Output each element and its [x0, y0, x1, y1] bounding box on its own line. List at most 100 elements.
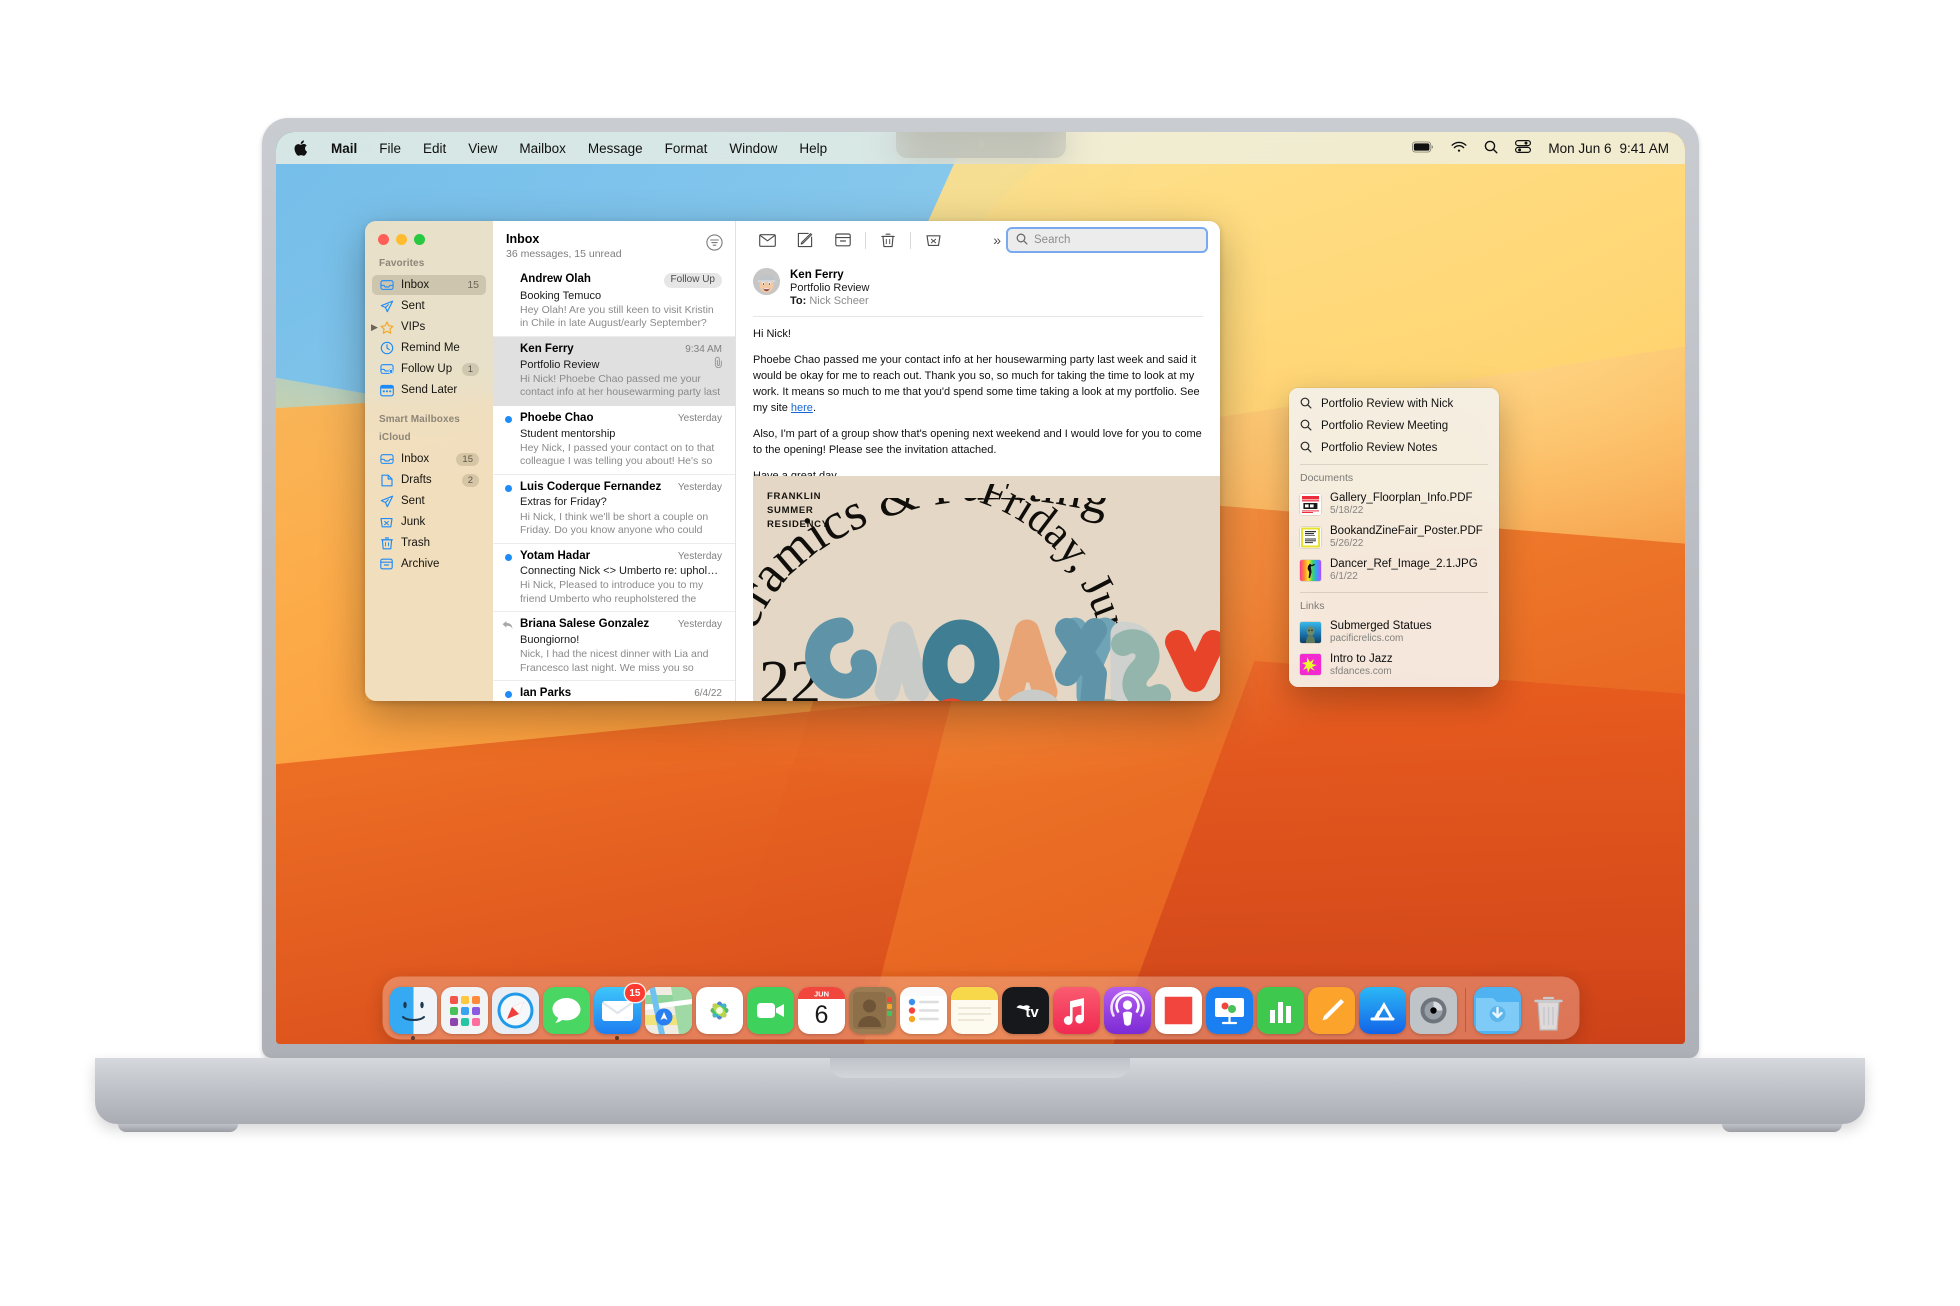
- menu-item-message[interactable]: Message: [577, 132, 654, 164]
- dock-item-trash[interactable]: [1525, 987, 1572, 1034]
- dock-item-maps[interactable]: [644, 987, 692, 1034]
- junk-icon[interactable]: [914, 225, 952, 255]
- document-item[interactable]: Dancer_Ref_Image_2.1.JPG 6/1/22: [1289, 554, 1499, 587]
- dock-item-numbers[interactable]: [1256, 987, 1304, 1034]
- menu-item-mailbox[interactable]: Mailbox: [508, 132, 577, 164]
- launchpad-icon[interactable]: [440, 987, 488, 1034]
- contacts-icon[interactable]: [848, 987, 896, 1034]
- photos-icon[interactable]: [695, 987, 743, 1034]
- delete-icon[interactable]: [869, 225, 907, 255]
- sidebar-item-junk[interactable]: Junk: [372, 512, 486, 532]
- link-item[interactable]: Submerged Statues pacificrelics.com: [1289, 616, 1499, 649]
- dock-item-calendar[interactable]: JUN 6: [797, 987, 845, 1034]
- table-row[interactable]: Andrew Olah Follow Up Booking Temuco Hey…: [493, 267, 735, 337]
- maximize-button[interactable]: [414, 234, 425, 245]
- dock-item-facetime[interactable]: [746, 987, 794, 1034]
- sidebar-item-sent-fav[interactable]: Sent: [372, 296, 486, 316]
- table-row[interactable]: Ian Parks 6/4/22 Surprise party for Sofi…: [493, 681, 735, 701]
- wifi-icon[interactable]: [1451, 141, 1467, 156]
- sidebar-item-inbox-icloud[interactable]: Inbox 15: [372, 449, 486, 469]
- sidebar-item-remind-me[interactable]: Remind Me: [372, 338, 486, 358]
- suggestion-item[interactable]: Portfolio Review Meeting: [1289, 415, 1499, 437]
- calendar-icon[interactable]: JUN 6: [797, 987, 845, 1034]
- search-input[interactable]: Search: [1006, 227, 1208, 253]
- filter-icon[interactable]: [706, 234, 723, 251]
- table-row[interactable]: Luis Coderque Fernandez Yesterday Extras…: [493, 475, 735, 544]
- sidebar-item-send-later[interactable]: Send Later: [372, 380, 486, 400]
- reminders-icon[interactable]: [899, 987, 947, 1034]
- dock-item-news[interactable]: [1154, 987, 1202, 1034]
- chevron-right-icon[interactable]: ▶: [371, 322, 378, 333]
- table-row[interactable]: Yotam Hadar Yesterday Connecting Nick <>…: [493, 544, 735, 613]
- finder-icon[interactable]: [389, 987, 437, 1034]
- dock-item-mail[interactable]: 15: [593, 984, 645, 1040]
- spotlight-search-icon[interactable]: [1484, 140, 1498, 157]
- keynote-icon[interactable]: [1205, 987, 1253, 1034]
- menubar-time[interactable]: 9:41 AM: [1619, 141, 1669, 156]
- dock-item-settings[interactable]: [1409, 987, 1457, 1034]
- menu-item-help[interactable]: Help: [788, 132, 838, 164]
- menu-item-window[interactable]: Window: [718, 132, 788, 164]
- podcasts-icon[interactable]: [1103, 987, 1151, 1034]
- attachment-preview[interactable]: FRANKLIN SUMMER RESIDENCY Ceramics & Pai…: [753, 476, 1220, 701]
- control-center-icon[interactable]: [1515, 140, 1532, 156]
- dock-item-finder[interactable]: [389, 987, 437, 1040]
- sidebar-item-follow-up[interactable]: Follow Up 1: [372, 359, 486, 379]
- downloads-folder-icon[interactable]: [1473, 987, 1521, 1034]
- menu-item-file[interactable]: File: [368, 132, 412, 164]
- document-item[interactable]: Gallery_Floorplan_Info.PDF 5/18/22: [1289, 488, 1499, 521]
- music-icon[interactable]: [1052, 987, 1100, 1034]
- sidebar-item-inbox-fav[interactable]: Inbox 15: [372, 275, 486, 295]
- sidebar-item-trash[interactable]: Trash: [372, 533, 486, 553]
- dock-item-pages[interactable]: [1307, 987, 1355, 1034]
- dock-item-launchpad[interactable]: [440, 987, 488, 1034]
- archive-icon[interactable]: [824, 225, 862, 255]
- menu-item-view[interactable]: View: [457, 132, 508, 164]
- appstore-icon[interactable]: [1358, 987, 1406, 1034]
- dock-item-appstore[interactable]: [1358, 987, 1406, 1034]
- dock-item-reminders[interactable]: [899, 987, 947, 1034]
- table-row[interactable]: Phoebe Chao Yesterday Student mentorship…: [493, 406, 735, 475]
- menu-item-format[interactable]: Format: [654, 132, 719, 164]
- suggestion-item[interactable]: Portfolio Review Notes: [1289, 437, 1499, 459]
- dock-item-music[interactable]: [1052, 987, 1100, 1034]
- dock-item-tv[interactable]: tv: [1001, 987, 1049, 1034]
- battery-icon[interactable]: [1412, 141, 1434, 156]
- mail-icon[interactable]: [748, 225, 786, 255]
- menu-item-mail[interactable]: Mail: [320, 132, 368, 164]
- close-button[interactable]: [378, 234, 389, 245]
- dock-item-safari[interactable]: [491, 987, 539, 1034]
- settings-icon[interactable]: [1409, 987, 1457, 1034]
- dock-item-messages[interactable]: [542, 987, 590, 1034]
- link-item[interactable]: Intro to Jazz sfdances.com: [1289, 649, 1499, 682]
- suggestion-item[interactable]: Portfolio Review with Nick: [1289, 393, 1499, 415]
- sidebar-item-archive[interactable]: Archive: [372, 554, 486, 574]
- dock-item-podcasts[interactable]: [1103, 987, 1151, 1034]
- trash-icon[interactable]: [1525, 987, 1572, 1034]
- tv-icon[interactable]: tv: [1001, 987, 1049, 1034]
- compose-icon[interactable]: [786, 225, 824, 255]
- apple-menu-icon[interactable]: [290, 132, 320, 164]
- numbers-icon[interactable]: [1256, 987, 1304, 1034]
- sidebar-item-vips[interactable]: ▶ VIPs: [371, 317, 486, 337]
- sidebar-item-drafts[interactable]: Drafts 2: [372, 470, 486, 490]
- website-link[interactable]: here: [791, 402, 813, 414]
- menubar-date[interactable]: Mon Jun 6: [1548, 141, 1611, 156]
- table-row[interactable]: Ken Ferry 9:34 AM Portfolio Review Hi Ni…: [493, 336, 735, 406]
- sidebar-item-sent-icloud[interactable]: Sent: [372, 491, 486, 511]
- news-icon[interactable]: [1154, 987, 1202, 1034]
- document-item[interactable]: BookandZineFair_Poster.PDF 5/26/22: [1289, 521, 1499, 554]
- table-row[interactable]: Briana Salese Gonzalez Yesterday Buongio…: [493, 612, 735, 682]
- menu-item-edit[interactable]: Edit: [412, 132, 457, 164]
- dock-item-notes[interactable]: [950, 987, 998, 1034]
- notes-icon[interactable]: [950, 987, 998, 1034]
- dock-item-keynote[interactable]: [1205, 987, 1253, 1034]
- pages-icon[interactable]: [1307, 987, 1355, 1034]
- safari-icon[interactable]: [491, 987, 539, 1034]
- messages-icon[interactable]: [542, 987, 590, 1034]
- minimize-button[interactable]: [396, 234, 407, 245]
- dock-item-downloads[interactable]: [1473, 987, 1521, 1034]
- dock-item-photos[interactable]: [695, 987, 743, 1034]
- facetime-icon[interactable]: [746, 987, 794, 1034]
- maps-icon[interactable]: [644, 987, 692, 1034]
